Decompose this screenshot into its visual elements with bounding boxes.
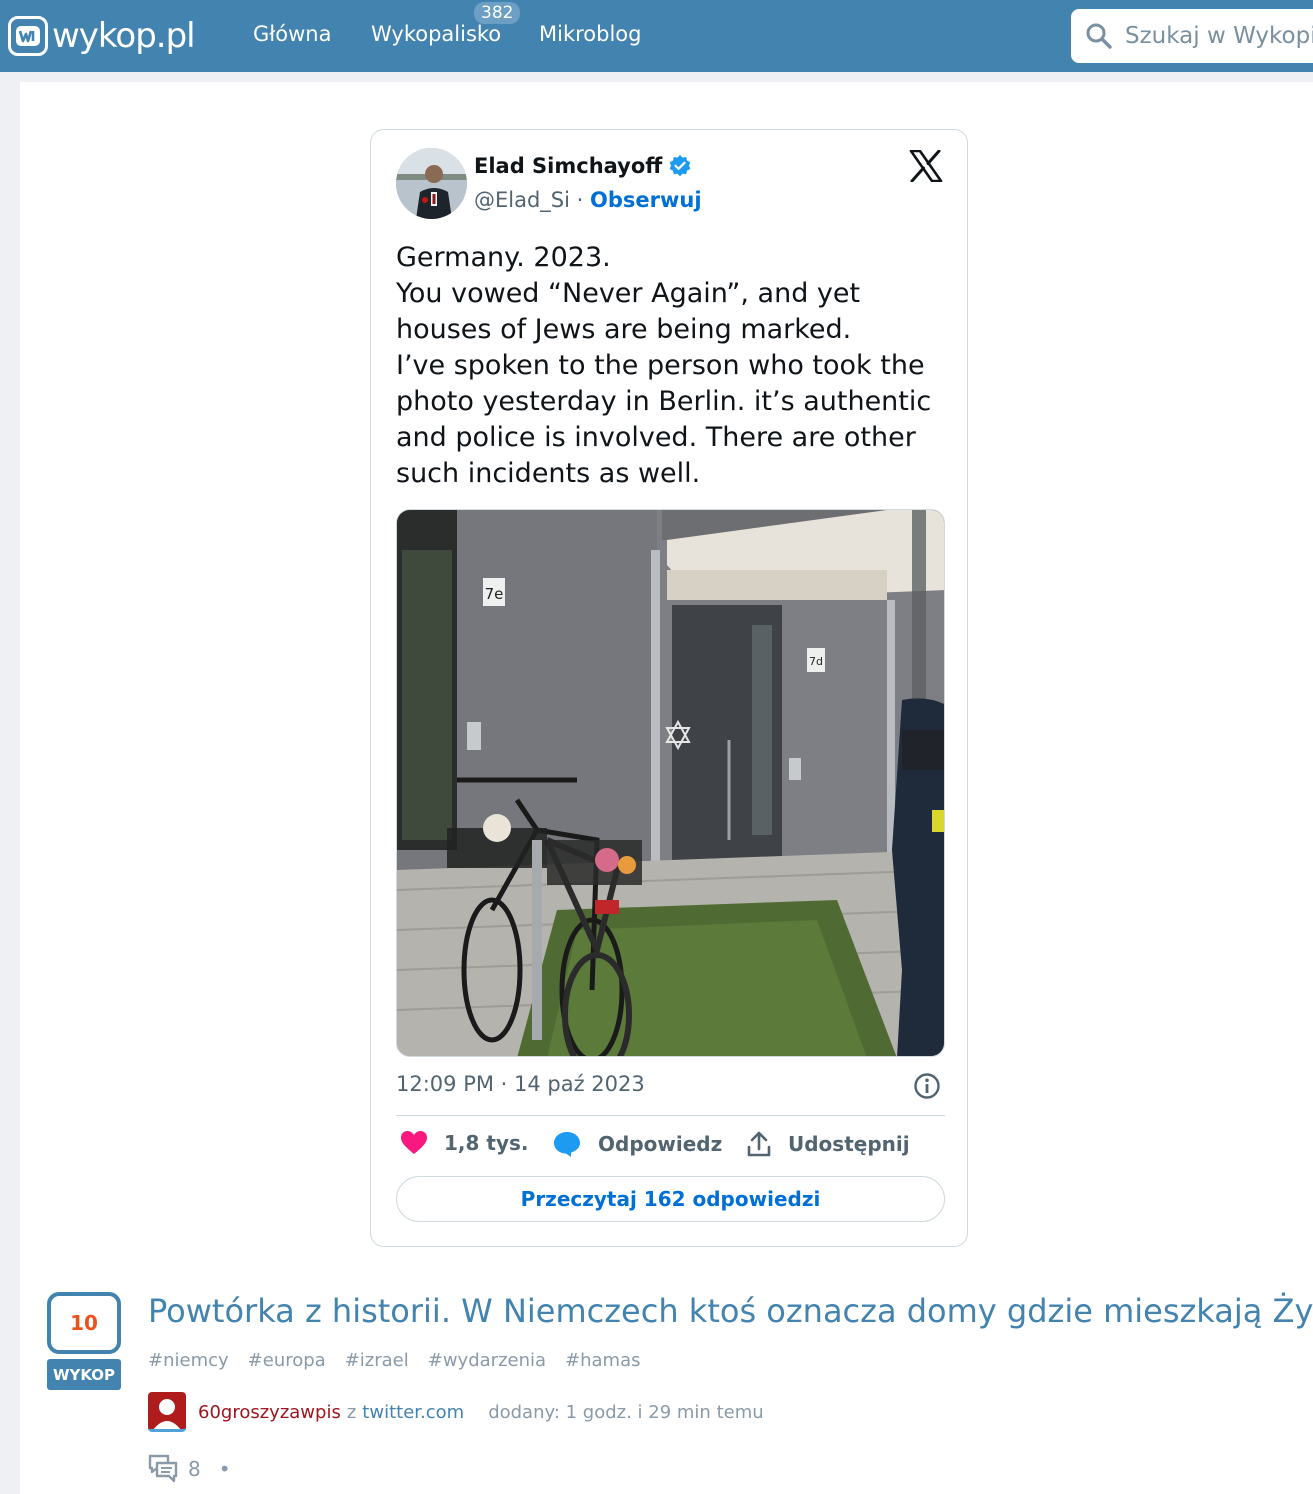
comments-count: 8 (188, 1457, 201, 1481)
meta-bullet: • (218, 1457, 231, 1481)
username-link[interactable]: 60groszyzawpis (198, 1402, 341, 1423)
tweet-text-line: Germany. 2023. (396, 242, 611, 273)
search-placeholder: Szukaj w Wykopie (1125, 23, 1313, 49)
tweet-author-name[interactable]: Elad Simchayoff (474, 154, 692, 178)
tweet-text-line: such incidents as well. (396, 458, 701, 489)
entry-title[interactable]: Powtórka z historii. W Niemczech ktoś oz… (148, 1292, 1313, 1330)
house-number-sign: 7e (485, 585, 504, 603)
nav-wykopalisko[interactable]: Wykopalisko (371, 22, 501, 46)
reply-label: Odpowiedz (598, 1132, 723, 1156)
house-number-sign: 7d (809, 655, 823, 668)
like-button[interactable]: 1,8 tys. (400, 1130, 529, 1156)
x-logo-icon[interactable] (909, 150, 943, 182)
wykop-logo-icon (8, 16, 48, 56)
like-count: 1,8 tys. (444, 1131, 529, 1155)
share-button[interactable]: Udostępnij (746, 1130, 910, 1158)
vote-count: 10 (47, 1292, 121, 1354)
tweet-text-line: and police is involved. There are other (396, 422, 916, 453)
tag-link[interactable]: #europa (248, 1350, 326, 1371)
follow-button[interactable]: Obserwuj (590, 188, 702, 212)
tweet-timestamp[interactable]: 12:09 PM · 14 paź 2023 (396, 1072, 645, 1096)
author-name-text: Elad Simchayoff (474, 154, 663, 178)
verified-badge-icon (670, 155, 691, 177)
share-label: Udostępnij (788, 1132, 910, 1156)
wykop-logo[interactable]: wykop.pl (8, 14, 196, 58)
tag-link[interactable]: #izrael (345, 1350, 409, 1371)
tweet-author-avatar[interactable] (396, 148, 467, 219)
tweet-actions: 1,8 tys. Odpowiedz Udostępnij (396, 1130, 945, 1164)
entry-meta: 60groszyzawpis z twitter.com dodany: 1 g… (148, 1390, 764, 1434)
tweet-text-line: You vowed “Never Again”, and yet (396, 278, 861, 309)
tag-link[interactable]: #wydarzenia (428, 1350, 546, 1371)
comments-link[interactable]: 8 • (148, 1454, 231, 1484)
tweet-photo[interactable]: 7e 7d (396, 509, 945, 1057)
info-icon[interactable] (913, 1072, 941, 1100)
heart-icon (401, 1131, 427, 1154)
wykop-vote-button[interactable]: WYKOP (47, 1359, 121, 1390)
tag-link[interactable]: #hamas (565, 1350, 640, 1371)
entry-tags: #niemcy #europa #izrael #wydarzenia #ham… (148, 1350, 641, 1371)
tweet-handle-line: @Elad_Si · Obserwuj (474, 188, 702, 212)
search-input[interactable]: Szukaj w Wykopie (1071, 9, 1313, 63)
tweet-text-line: houses of Jews are being marked. (396, 314, 852, 345)
share-icon (747, 1131, 771, 1157)
tweet-text: Germany. 2023. You vowed “Never Again”, … (396, 240, 936, 492)
reply-button[interactable]: Odpowiedz (552, 1130, 722, 1158)
tweet-text-line: I’ve spoken to the person who took the (396, 350, 925, 381)
nav-mikroblog[interactable]: Mikroblog (539, 22, 641, 46)
read-replies-button[interactable]: Przeczytaj 162 odpowiedzi (396, 1176, 945, 1222)
tag-link[interactable]: #niemcy (148, 1350, 229, 1371)
comments-icon (148, 1454, 178, 1483)
from-label: z (346, 1401, 357, 1423)
top-bar: wykop.pl Główna Wykopalisko 382 Mikroblo… (0, 0, 1313, 72)
added-time: dodany: 1 godz. i 29 min temu (488, 1401, 764, 1423)
tweet-text-line: photo yesterday in Berlin. it’s authenti… (396, 386, 932, 417)
nav-glowna[interactable]: Główna (253, 22, 331, 46)
tweet-handle[interactable]: @Elad_Si (474, 188, 570, 212)
source-domain-link[interactable]: twitter.com (362, 1402, 464, 1423)
reply-bubble-icon (554, 1132, 580, 1157)
wykopalisko-count-badge: 382 (474, 2, 521, 24)
handle-separator: · (569, 188, 590, 212)
logo-text: wykop.pl (52, 16, 196, 56)
user-avatar[interactable] (148, 1392, 186, 1432)
tweet-divider (396, 1115, 945, 1116)
search-icon (1086, 23, 1112, 49)
tweet-embed[interactable]: Elad Simchayoff @Elad_Si · Obserwuj Germ… (370, 129, 968, 1247)
